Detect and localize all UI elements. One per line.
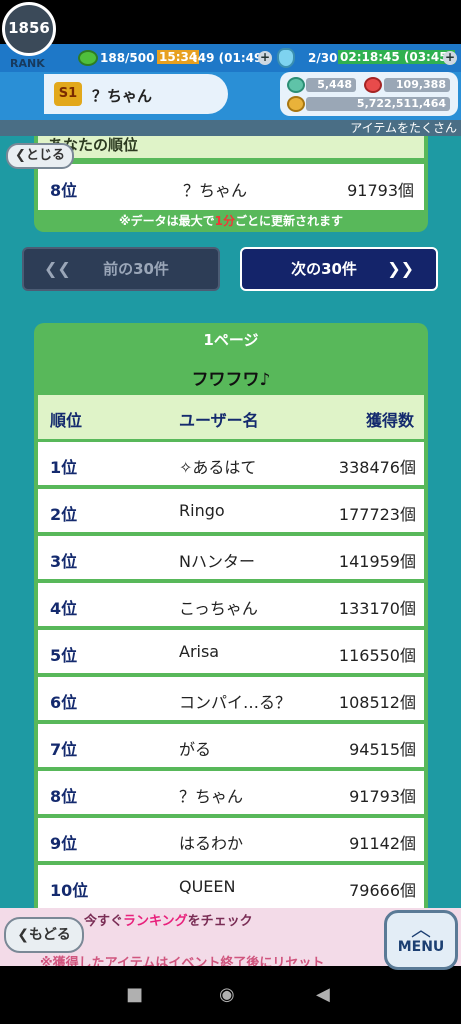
stamina-value: 188/500 [100, 51, 155, 65]
table-row: 10位 QUEEN 79666個 [38, 865, 424, 908]
close-button[interactable]: ❮とじる [6, 143, 74, 169]
back-icon[interactable]: ◀ [316, 984, 330, 1005]
row-user: ？ちゃん [179, 787, 244, 806]
row-rank: 3位 [50, 552, 78, 571]
home-icon[interactable]: ◉ [219, 984, 235, 1005]
table-row: 1位 ✧あるはて 338476個 [38, 442, 424, 485]
row-user: ✧あるはて [179, 458, 257, 477]
ranking-panel: 1ページ フワフワ♪ 順位 ユーザー名 獲得数 1位 ✧あるはて 338476個 2位… [34, 323, 428, 923]
add-potion-button[interactable]: + [443, 51, 457, 65]
stamina-icon [78, 50, 98, 66]
player-name: ？ちゃん [92, 87, 153, 105]
next-page-button[interactable]: 次の30件 ❯❯ [240, 247, 438, 291]
coin-icon [287, 96, 305, 112]
currency-panel[interactable]: 5,448 109,388 5,722,511,464 [280, 72, 458, 116]
table-row: 7位 がる 94515個 [38, 724, 424, 767]
table-row: 2位 Ringo 177723個 [38, 489, 424, 532]
table-row: 8位 ？ちゃん 91793個 [38, 771, 424, 814]
potion-value: 2/30 [308, 51, 338, 65]
my-rank-user: ？ちゃん [183, 181, 248, 200]
double-left-arrow-icon: ❮❮ [44, 259, 71, 278]
row-count: 177723個 [338, 505, 416, 524]
row-count: 94515個 [349, 740, 416, 759]
row-user: コンパイ…る？ [179, 693, 292, 712]
table-row: 6位 コンパイ…る？ 108512個 [38, 677, 424, 720]
row-rank: 4位 [50, 599, 78, 618]
my-rank-row: 8位 ？ちゃん 91793個 [38, 164, 424, 210]
prev-page-label: 前の30件 [103, 260, 169, 278]
coin-count: 5,722,511,464 [306, 97, 450, 111]
row-user: はるわか [179, 834, 244, 853]
recents-icon[interactable]: ■ [126, 984, 143, 1005]
row-count: 91142個 [349, 834, 416, 853]
player-name-panel[interactable]: S1 ？ちゃん [44, 74, 228, 114]
status-bar [0, 0, 461, 44]
season-badge: S1 [54, 82, 82, 106]
row-user: QUEEN [179, 877, 236, 896]
table-row: 4位 こっちゃん 133170個 [38, 583, 424, 626]
row-rank: 1位 [50, 458, 78, 477]
row-count: 108512個 [338, 693, 416, 712]
banner-note: ※獲得したアイテムはイベント終了後にリセット [40, 956, 325, 966]
hud-top-row: 188/500 15:34 :49 (01:49) + 2/30 02:18:4… [0, 44, 461, 72]
player-hud: 188/500 15:34 :49 (01:49) + 2/30 02:18:4… [0, 44, 461, 120]
ruby-count: 109,388 [384, 78, 450, 92]
header-user: ユーザー名 [179, 411, 259, 430]
next-page-label: 次の30件 [291, 260, 357, 278]
news-ticker: アイテムをたくさん [0, 120, 461, 136]
double-right-arrow-icon: ❯❯ [387, 259, 414, 278]
table-row: 3位 Nハンター 141959個 [38, 536, 424, 579]
row-count: 338476個 [338, 458, 416, 477]
prev-page-button[interactable]: ❮❮ 前の30件 [22, 247, 220, 291]
page-label: 1ページ [203, 331, 259, 349]
table-row: 5位 Arisa 116550個 [38, 630, 424, 673]
gem-icon [287, 77, 305, 93]
table-row: 9位 はるわか 91142個 [38, 818, 424, 861]
rank-label: RANK [10, 57, 45, 70]
row-count: 91793個 [349, 787, 416, 806]
potion-icon [277, 48, 295, 68]
stamina-timer-rest: :49 (01:49) [193, 51, 268, 65]
row-user: Ringo [179, 501, 225, 520]
header-rank: 順位 [50, 411, 83, 430]
update-note: ※データは最大で1分ごとに更新されます [118, 214, 344, 228]
my-rank-position: 8位 [50, 181, 78, 200]
row-count: 133170個 [338, 599, 416, 618]
back-button[interactable]: ❮もどる [4, 917, 84, 953]
event-title: フワフワ♪ [191, 370, 271, 390]
row-rank: 10位 [50, 881, 89, 900]
table-header: 順位 ユーザー名 獲得数 [38, 395, 424, 439]
ruby-icon [364, 77, 382, 93]
rank-badge[interactable]: 1856 [2, 2, 56, 56]
row-user: Arisa [179, 642, 220, 661]
row-rank: 6位 [50, 693, 78, 712]
add-stamina-button[interactable]: + [258, 51, 272, 65]
my-rank-title: あなたの順位 [38, 136, 424, 158]
row-user: がる [179, 740, 212, 759]
row-count: 79666個 [349, 881, 416, 900]
my-rank-panel: あなたの順位 8位 ？ちゃん 91793個 ※データは最大で1分ごとに更新されま… [34, 136, 428, 232]
menu-button[interactable]: ︿ MENU [384, 910, 458, 970]
banner-text: 今すぐランキングをチェック [84, 914, 253, 929]
row-rank: 9位 [50, 834, 78, 853]
header-count: 獲得数 [365, 411, 414, 430]
rank-value: 1856 [8, 19, 50, 37]
row-rank: 8位 [50, 787, 78, 806]
row-rank: 7位 [50, 740, 78, 759]
row-count: 116550個 [338, 646, 416, 665]
potion-timer: 02:18:45 (03:45) [338, 50, 456, 64]
chevron-up-icon: ︿ [411, 917, 431, 941]
row-count: 141959個 [338, 552, 416, 571]
row-rank: 2位 [50, 505, 78, 524]
gem-count: 5,448 [306, 78, 356, 92]
menu-label: MENU [397, 939, 445, 955]
my-rank-count: 91793個 [347, 181, 414, 200]
row-user: こっちゃん [179, 599, 258, 618]
row-rank: 5位 [50, 646, 78, 665]
system-nav-bar: ■ ◉ ◀ [0, 966, 461, 1024]
row-user: Nハンター [179, 552, 255, 571]
